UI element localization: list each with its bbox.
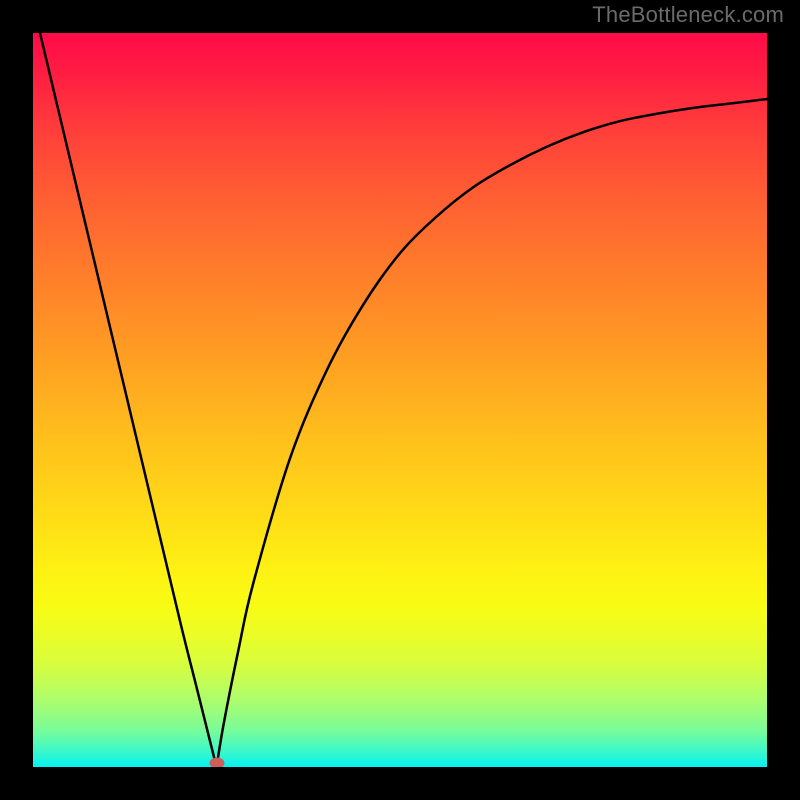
bottleneck-curve [33, 33, 767, 767]
plot-area [33, 33, 767, 767]
watermark-text: TheBottleneck.com [592, 2, 784, 28]
chart-frame: TheBottleneck.com [0, 0, 800, 800]
